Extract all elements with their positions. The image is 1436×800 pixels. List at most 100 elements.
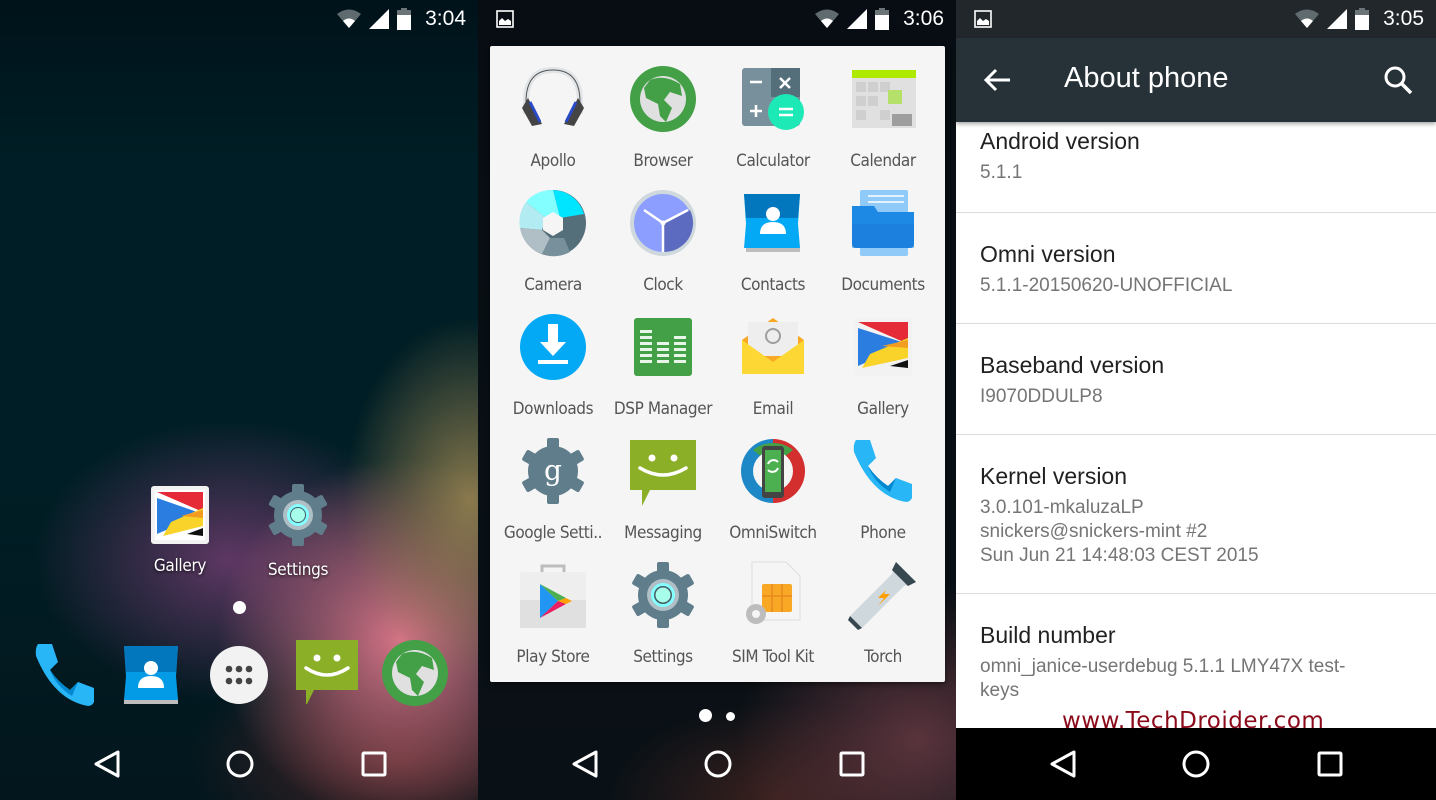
calendar-icon [852,70,916,128]
app-label: Google Setti.. [503,523,603,543]
pref-omni-version[interactable]: Omni version 5.1.1-20150620-UNOFFICIAL [956,213,1436,324]
watermark-text: www.TechDroider.com [1062,708,1325,734]
flashlight-icon [848,562,916,630]
app-label: Apollo [530,151,576,171]
pref-summary: 3.0.101-mkaluzaLP snickers@snickers-mint… [980,497,1259,566]
play-store-icon [520,564,586,628]
google-settings-icon: g [522,438,584,504]
calculator-icon [742,68,804,130]
app-google-settings[interactable]: g Google Setti.. [498,418,608,543]
downloads-icon [520,314,586,380]
status-time: 3:04 [425,7,466,30]
messaging-icon [630,440,696,506]
home-nav-button[interactable] [1178,746,1214,782]
signal-icon [369,9,390,29]
phone-icon[interactable] [32,642,98,708]
app-sim-tool-kit[interactable]: SIM Tool Kit [718,542,828,667]
pref-kernel-version[interactable]: Kernel version 3.0.101-mkaluzaLP snicker… [956,435,1436,594]
app-dsp-manager[interactable]: DSP Manager [608,294,718,419]
wifi-icon [815,9,840,28]
app-browser[interactable]: Browser [608,46,718,171]
recents-nav-button[interactable] [834,746,870,782]
app-label: Calculator [736,151,810,171]
app-label: Gallery [857,399,909,419]
pref-title: Kernel version [980,463,1128,489]
app-email[interactable]: Email [718,294,828,419]
app-calendar[interactable]: Calendar [828,46,938,171]
page-indicator-dot[interactable] [726,712,735,721]
back-arrow-icon[interactable] [980,62,1016,98]
image-icon [496,10,514,28]
app-label: Clock [643,275,683,295]
pref-android-version[interactable]: Android version 5.1.1 [956,128,1436,213]
svg-text:g: g [544,454,562,487]
headphones-icon [522,66,584,126]
pref-summary: omni_janice-userdebug 5.1.1 LMY47X test-… [980,656,1346,701]
app-calculator[interactable]: Calculator [718,46,828,171]
app-play-store[interactable]: Play Store [498,542,608,667]
about-phone-screen: 3:05 About phone Android version 5.1.1 O… [956,0,1436,800]
app-bar: About phone [956,38,1436,122]
search-icon[interactable] [1380,62,1416,98]
status-time: 3:06 [903,7,944,30]
app-gallery[interactable]: Gallery [828,294,938,419]
app-label: SIM Tool Kit [731,647,814,667]
shortcut-label: Settings [267,560,329,580]
contacts-icon[interactable] [118,642,184,708]
gallery-icon [854,318,912,376]
app-apollo[interactable]: Apollo [498,46,608,171]
app-settings[interactable]: Settings [608,542,718,667]
page-title: About phone [1064,62,1229,94]
phone-icon [853,440,912,502]
app-phone[interactable]: Phone [828,418,938,543]
app-messaging[interactable]: Messaging [608,418,718,543]
browser-icon[interactable] [382,640,448,706]
pref-summary: 5.1.1-20150620-UNOFFICIAL [980,275,1233,296]
home-nav-button[interactable] [222,746,258,782]
page-indicator-dot-active[interactable] [699,709,712,722]
navigation-bar [956,728,1436,800]
pref-title: Baseband version [980,352,1165,378]
app-label: Play Store [516,647,590,667]
battery-icon [397,8,412,30]
app-documents[interactable]: Documents [828,170,938,295]
app-downloads[interactable]: Downloads [498,294,608,419]
app-camera[interactable]: Camera [498,170,608,295]
home-screen: 3:04 Gallery Settings [0,0,478,800]
status-bar: 3:06 [478,0,956,38]
signal-icon [1327,9,1348,29]
app-omniswitch[interactable]: OmniSwitch [718,418,828,543]
pref-baseband-version[interactable]: Baseband version I9070DDULP8 [956,324,1436,435]
equalizer-icon [634,318,692,376]
back-nav-button[interactable] [568,746,604,782]
gallery-icon [151,486,209,544]
settings-icon [268,484,328,546]
app-drawer-screen: 3:06 Apollo Browser Calculator Calendar … [478,0,956,800]
app-drawer-icon[interactable] [206,642,272,708]
app-clock[interactable]: Clock [608,170,718,295]
app-label: Settings [633,647,693,667]
shortcut-settings[interactable]: Settings [248,482,348,580]
app-label: Calendar [850,151,916,171]
app-label: Camera [524,275,582,295]
app-contacts[interactable]: Contacts [718,170,828,295]
image-icon [974,10,992,28]
wifi-icon [1295,9,1320,28]
back-nav-button[interactable] [90,746,126,782]
recents-nav-button[interactable] [1312,746,1348,782]
shortcut-gallery[interactable]: Gallery [130,486,230,576]
home-nav-button[interactable] [700,746,736,782]
back-nav-button[interactable] [1046,746,1082,782]
status-time: 3:05 [1383,7,1424,30]
recents-nav-button[interactable] [356,746,392,782]
wifi-icon [337,9,362,28]
messaging-icon[interactable] [294,638,360,704]
omniswitch-icon [741,439,805,503]
clock-icon [630,190,696,256]
signal-icon [847,9,868,29]
email-icon [742,318,804,374]
app-torch[interactable]: Torch [828,542,938,667]
app-label: Contacts [740,275,806,295]
sim-card-icon [746,561,801,624]
app-label: Torch [864,647,902,667]
